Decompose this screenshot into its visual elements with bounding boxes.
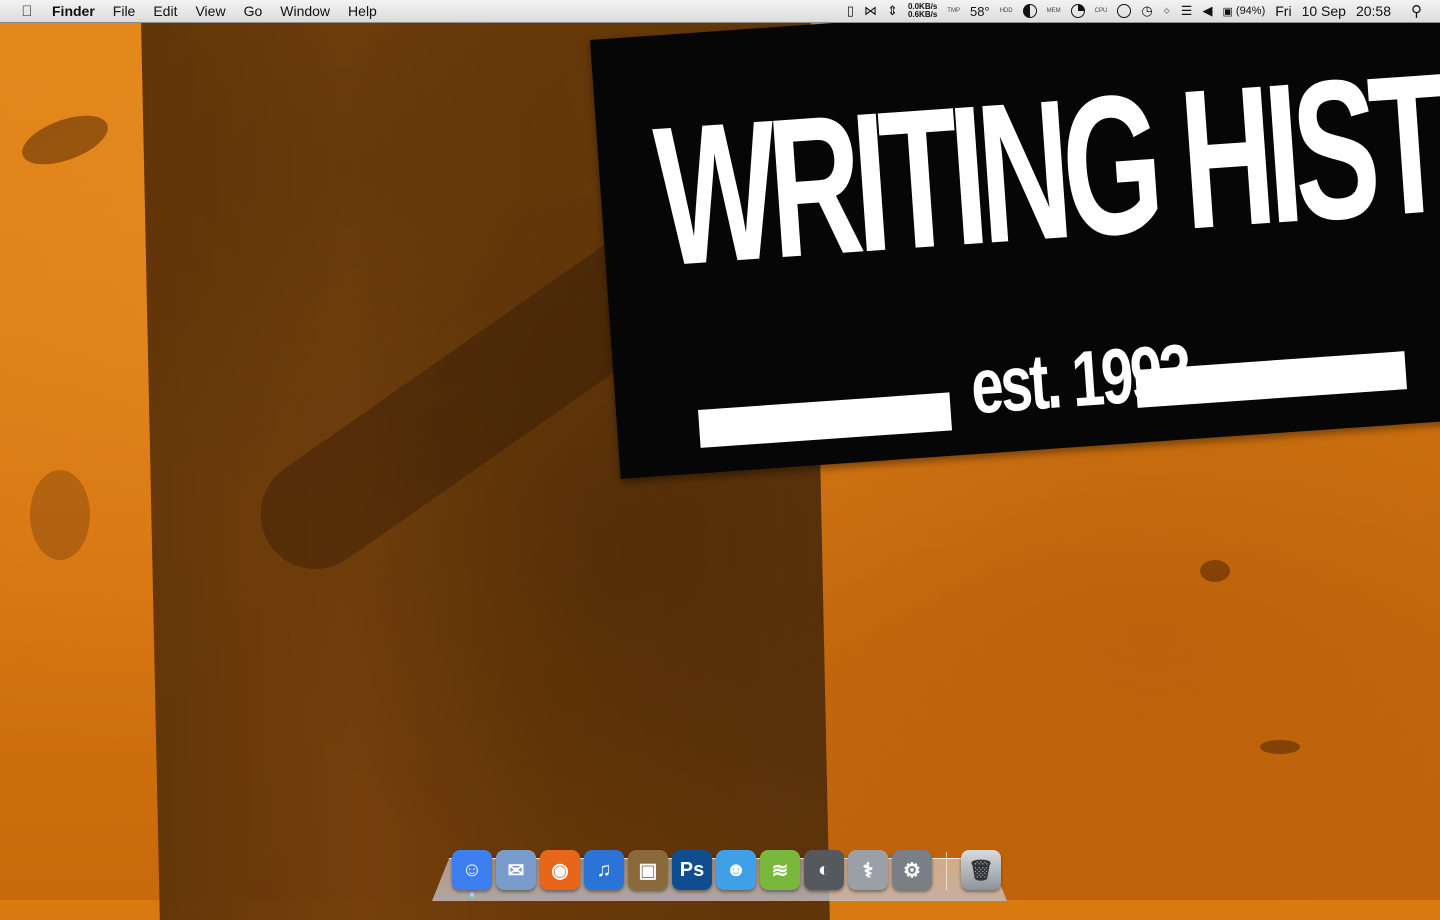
dock-separator bbox=[946, 852, 947, 890]
updown-arrows-icon[interactable]: ⇕ bbox=[887, 3, 898, 19]
dock-steam-glyph: ◐ bbox=[817, 858, 831, 881]
battery-icon[interactable]: ▣ (94%) bbox=[1222, 5, 1265, 18]
menu-window[interactable]: Window bbox=[280, 3, 330, 19]
wallpaper-smudge bbox=[1260, 740, 1300, 754]
temperature[interactable]: 58° bbox=[970, 4, 990, 19]
dock-spotify-icon[interactable]: ≋ bbox=[760, 850, 800, 890]
iphone-icon[interactable]: ▯ bbox=[847, 3, 854, 19]
menu-extras: ▯ ⋈ ⇕ 0.0KB/s 0.6KB/s TMP 58° HDD MEM CP… bbox=[837, 0, 1440, 22]
wallpaper-smudge bbox=[1200, 560, 1230, 582]
menu-help[interactable]: Help bbox=[348, 3, 377, 19]
dock-steam-icon[interactable]: ◐ bbox=[804, 850, 844, 890]
cpu-usage-icon[interactable] bbox=[1117, 4, 1132, 18]
menu-view[interactable]: View bbox=[195, 3, 225, 19]
dock-messenger-icon[interactable]: ☻ bbox=[716, 850, 756, 890]
dock-iphoto-icon[interactable]: ▣ bbox=[628, 850, 668, 890]
wifi-icon[interactable]: ☰ bbox=[1181, 3, 1193, 19]
hdd-label: HDD bbox=[999, 8, 1013, 14]
temp-label: TMP bbox=[947, 8, 960, 14]
wallpaper-smudge bbox=[15, 105, 115, 175]
dock-disk-utility-icon[interactable]: ⚕ bbox=[848, 850, 888, 890]
clock-time[interactable]: 20:58 bbox=[1356, 3, 1391, 19]
butterfly-icon[interactable]: ⋈ bbox=[864, 3, 877, 19]
dock-mail-glyph: ✉ bbox=[507, 859, 525, 882]
apple-menu-icon[interactable]:  bbox=[18, 3, 36, 20]
volume-icon[interactable]: ◀ bbox=[1202, 3, 1212, 19]
bluetooth-icon[interactable]: ⋄ bbox=[1163, 3, 1171, 19]
dock-photoshop-glyph: Ps bbox=[679, 858, 705, 881]
clock-day[interactable]: Fri bbox=[1275, 3, 1291, 19]
cpu-label: CPU bbox=[1094, 8, 1108, 14]
dock-system-preferences-glyph: ⚙ bbox=[903, 859, 921, 882]
dock-firefox-glyph: ◉ bbox=[551, 859, 569, 882]
dock-finder-glyph: ☺ bbox=[461, 858, 483, 881]
network-speed[interactable]: 0.0KB/s 0.6KB/s bbox=[908, 3, 937, 19]
dock-photoshop-icon[interactable]: Ps bbox=[672, 850, 712, 890]
menu-go[interactable]: Go bbox=[244, 3, 263, 19]
wallpaper-title: WRITING HISTORY bbox=[649, 15, 1440, 309]
running-indicator bbox=[469, 892, 475, 898]
network-down: 0.6KB/s bbox=[907, 10, 938, 19]
app-menu-finder[interactable]: Finder bbox=[52, 3, 95, 19]
battery-percent: (94%) bbox=[1235, 5, 1266, 17]
menu-edit[interactable]: Edit bbox=[153, 3, 177, 19]
dock-mail-icon[interactable]: ✉ bbox=[496, 850, 536, 890]
dock-trash-icon[interactable]: 🗑 bbox=[961, 850, 1001, 890]
dock: ☺ ✉ ◉ ♫ ▣ Ps ☻ ≋ ◐ ⚕ ⚙ 🗑 bbox=[452, 844, 1001, 898]
dock-system-preferences-icon[interactable]: ⚙ bbox=[892, 850, 932, 890]
time-machine-icon[interactable]: ◷ bbox=[1141, 3, 1152, 19]
dock-disk-utility-glyph: ⚕ bbox=[862, 859, 874, 882]
spotlight-search-icon[interactable]: ⚲ bbox=[1411, 2, 1422, 20]
dock-messenger-glyph: ☻ bbox=[725, 858, 747, 881]
hdd-usage-icon[interactable] bbox=[1022, 4, 1037, 18]
wallpaper-subtitle: est. 1993 bbox=[968, 328, 1192, 431]
dock-iphoto-glyph: ▣ bbox=[638, 859, 658, 882]
dock-itunes-glyph: ♫ bbox=[596, 858, 612, 881]
dock-finder-icon[interactable]: ☺ bbox=[452, 850, 492, 898]
mem-label: MEM bbox=[1046, 8, 1061, 14]
mem-usage-icon[interactable] bbox=[1070, 4, 1085, 18]
dock-firefox-icon[interactable]: ◉ bbox=[540, 850, 580, 890]
menu-file[interactable]: File bbox=[113, 3, 136, 19]
clock-date[interactable]: 10 Sep bbox=[1302, 3, 1346, 19]
menu-bar:  Finder File Edit View Go Window Help ▯… bbox=[0, 0, 1440, 23]
dock-spotify-glyph: ≋ bbox=[771, 859, 789, 882]
dock-itunes-icon[interactable]: ♫ bbox=[584, 850, 624, 890]
wallpaper-smudge bbox=[30, 470, 90, 560]
